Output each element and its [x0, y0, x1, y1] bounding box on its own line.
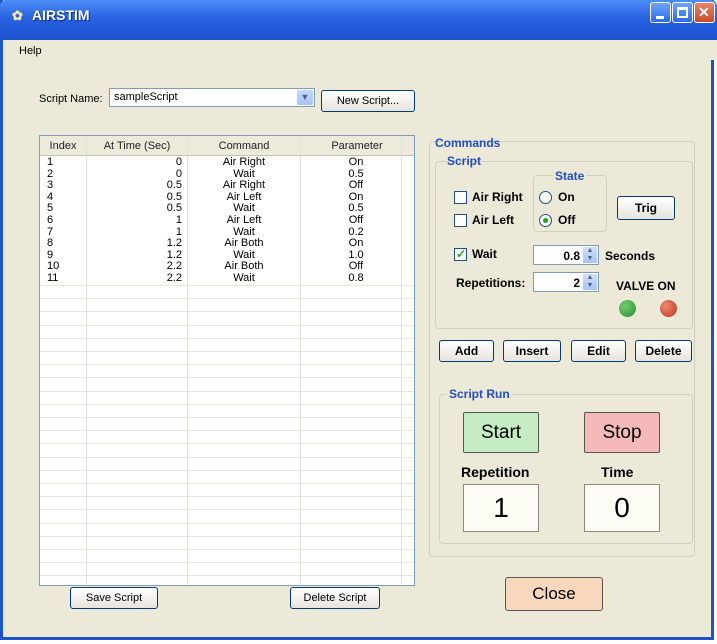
edit-button[interactable]: Edit: [571, 340, 626, 362]
state-on-radio[interactable]: [539, 191, 552, 204]
valve-on-label: VALVE ON: [616, 279, 676, 293]
script-group-title: Script: [447, 154, 482, 168]
cell-time: 0.5: [166, 202, 182, 215]
state-on-label: On: [558, 190, 575, 204]
save-script-button[interactable]: Save Script: [70, 587, 158, 609]
cell-command: Air Both: [224, 237, 264, 250]
delete-command-button[interactable]: Delete: [635, 340, 692, 362]
cell-parameter: Off: [348, 213, 364, 226]
header-time[interactable]: At Time (Sec): [87, 140, 187, 152]
script-table[interactable]: Index At Time (Sec) Command Parameter 10…: [39, 135, 415, 586]
repetitions-value: 2: [573, 276, 580, 290]
air-right-label: Air Right: [472, 190, 523, 204]
menu-help[interactable]: Help: [19, 45, 42, 57]
valve-red-indicator: [660, 300, 677, 317]
spinner-arrows-icon[interactable]: ▲ ▼: [583, 274, 597, 290]
cell-index: 8: [47, 237, 54, 250]
minimize-button[interactable]: [650, 2, 671, 23]
cell-parameter: On: [348, 237, 364, 250]
repetitions-spinner[interactable]: 2 ▲ ▼: [533, 272, 599, 292]
menu-bar: Help: [3, 40, 717, 60]
wait-seconds-value: 0.8: [563, 249, 580, 263]
app-icon: ✿: [12, 8, 23, 23]
state-off-label: Off: [558, 213, 576, 227]
close-window-button[interactable]: [694, 2, 715, 23]
script-name-label: Script Name:: [39, 93, 103, 105]
cell-time: 1.2: [166, 237, 182, 250]
cell-time: 0: [175, 156, 182, 168]
script-run-title: Script Run: [447, 387, 512, 401]
airstim-window: ✿ AIRSTIM Help Script Name: sampleScript…: [0, 0, 717, 640]
table-row[interactable]: 6 1 Air Left Off: [40, 213, 414, 227]
repetition-label: Repetition: [461, 464, 530, 480]
repetitions-label: Repetitions:: [456, 276, 526, 290]
window-title: AIRSTIM: [32, 7, 90, 23]
air-left-label: Air Left: [472, 213, 514, 227]
state-title: State: [553, 169, 587, 183]
wait-seconds-spinner[interactable]: 0.8 ▲ ▼: [533, 245, 599, 265]
valve-green-indicator: [619, 300, 636, 317]
time-display: 0: [584, 484, 660, 532]
table-body: 1 0 Air Right On 2 0 Wait 0.5 3 0.5 Air Right Off 4 0…: [40, 156, 414, 285]
script-name-value: sampleScript: [114, 91, 178, 103]
table-row[interactable]: 11 2.2 Wait 0.8: [40, 271, 414, 285]
commands-title: Commands: [435, 136, 501, 150]
table-row[interactable]: 8 1.2 Air Both On: [40, 238, 414, 250]
repetition-display: 1: [463, 484, 539, 532]
cell-parameter: 0.8: [348, 271, 364, 284]
header-parameter[interactable]: Parameter: [301, 140, 413, 152]
script-name-select[interactable]: sampleScript ▼: [109, 88, 315, 107]
air-left-checkbox[interactable]: [454, 214, 467, 227]
wait-checkbox[interactable]: [454, 247, 467, 261]
title-bar[interactable]: ✿ AIRSTIM: [0, 0, 717, 40]
cell-command: Wait: [233, 271, 255, 284]
trig-button[interactable]: Trig: [617, 196, 675, 220]
new-script-button[interactable]: New Script...: [321, 90, 415, 112]
delete-script-button[interactable]: Delete Script: [290, 587, 380, 609]
close-button[interactable]: Close: [505, 577, 603, 611]
state-off-radio[interactable]: [539, 214, 552, 227]
cell-command: Air Right: [222, 156, 266, 168]
time-label: Time: [601, 464, 634, 480]
header-index[interactable]: Index: [40, 140, 86, 152]
start-button[interactable]: Start: [463, 412, 539, 453]
cell-time: 2.2: [166, 271, 182, 284]
stop-button[interactable]: Stop: [584, 412, 660, 453]
cell-index: 11: [47, 271, 59, 284]
header-command[interactable]: Command: [188, 140, 300, 152]
cell-index: 1: [47, 156, 54, 168]
cell-parameter: On: [348, 156, 364, 168]
wait-label: Wait: [472, 247, 497, 261]
chevron-down-icon[interactable]: ▼: [297, 90, 313, 105]
seconds-label: Seconds: [605, 249, 656, 263]
insert-button[interactable]: Insert: [503, 340, 561, 362]
table-header: Index At Time (Sec) Command Parameter: [40, 136, 414, 156]
maximize-button[interactable]: [672, 2, 693, 23]
spinner-arrows-icon[interactable]: ▲ ▼: [583, 247, 597, 263]
cell-time: 1: [175, 213, 182, 226]
add-button[interactable]: Add: [439, 340, 494, 362]
table-row[interactable]: 1 0 Air Right On: [40, 156, 414, 169]
air-right-checkbox[interactable]: [454, 191, 467, 204]
cell-command: Air Left: [226, 213, 262, 226]
cell-index: 6: [47, 213, 54, 226]
